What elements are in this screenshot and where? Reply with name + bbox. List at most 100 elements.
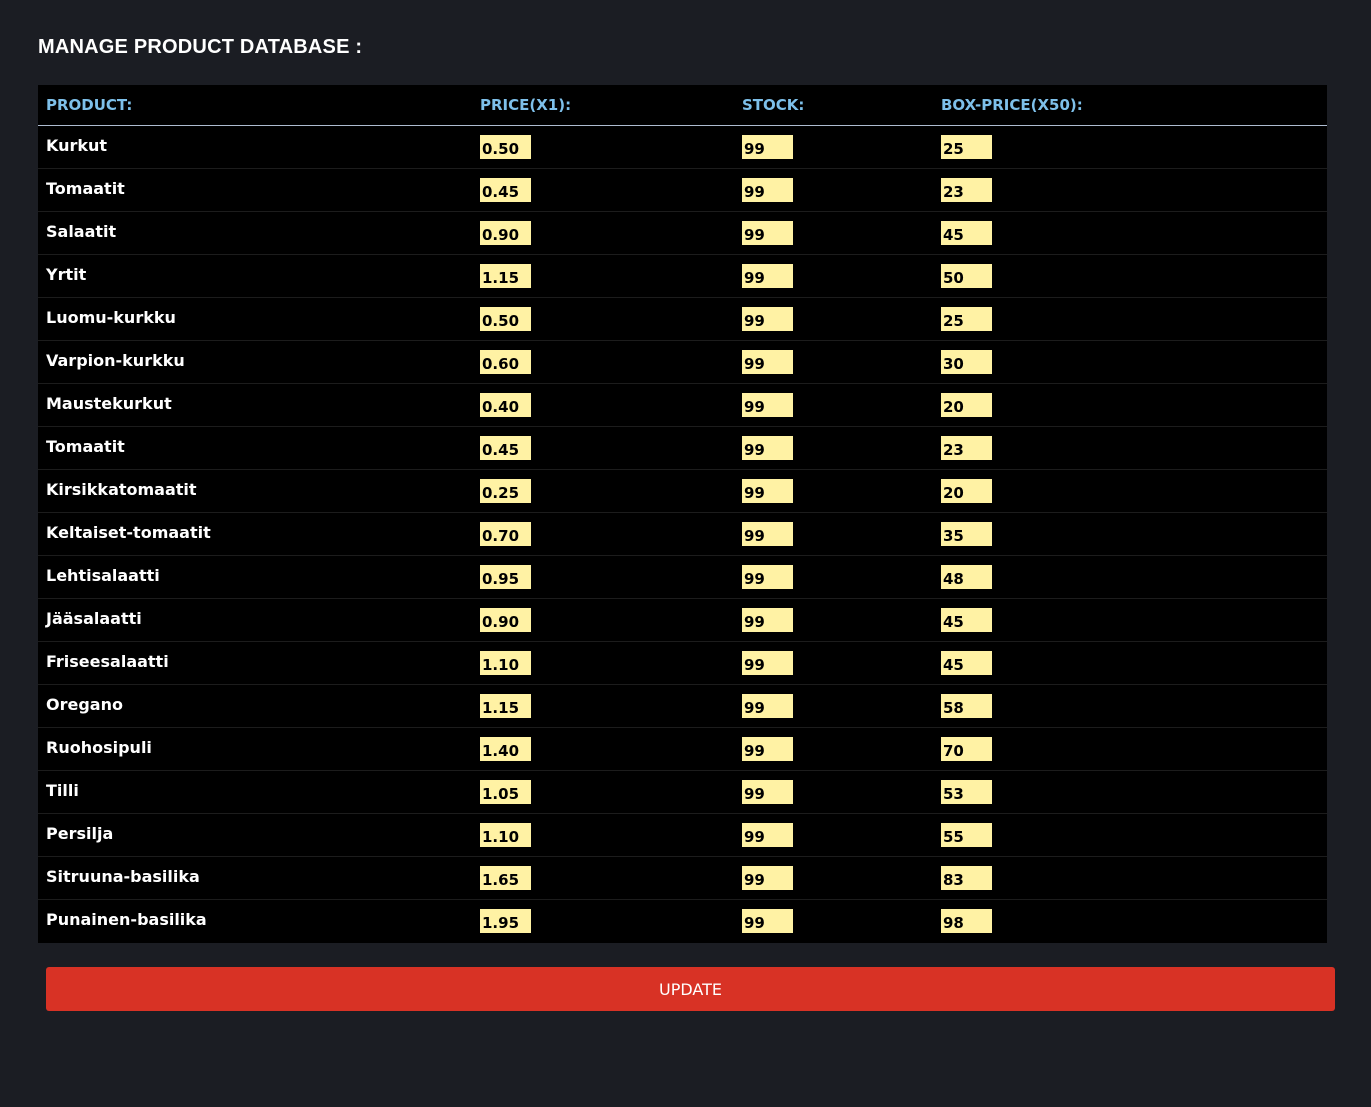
box-price-input[interactable]: [941, 651, 992, 675]
stock-input[interactable]: [742, 565, 793, 589]
price-input[interactable]: [480, 393, 531, 417]
price-input[interactable]: [480, 307, 531, 331]
box-price-input[interactable]: [941, 393, 992, 417]
stock-cell: [742, 555, 941, 599]
box-price-input[interactable]: [941, 866, 992, 890]
price-input[interactable]: [480, 651, 531, 675]
box-price-cell: [941, 254, 1327, 298]
price-input[interactable]: [480, 436, 531, 460]
stock-input[interactable]: [742, 651, 793, 675]
box-price-input[interactable]: [941, 135, 992, 159]
table-row: Ruohosipuli: [38, 725, 1327, 771]
stock-cell: [742, 383, 941, 427]
product-name: Punainen-basilika: [38, 897, 480, 941]
price-input[interactable]: [480, 909, 531, 934]
page-title: MANAGE PRODUCT DATABASE :: [38, 36, 363, 58]
table-row: Tilli: [38, 768, 1327, 814]
column-header-price: PRICE(X1):: [480, 85, 742, 126]
price-input[interactable]: [480, 264, 531, 288]
product-name: Salaatit: [38, 209, 480, 253]
price-input[interactable]: [480, 135, 531, 159]
update-button[interactable]: UPDATE: [46, 967, 1335, 1011]
box-price-input[interactable]: [941, 479, 992, 503]
price-input[interactable]: [480, 565, 531, 589]
price-input[interactable]: [480, 694, 531, 718]
box-price-input[interactable]: [941, 522, 992, 546]
price-cell: [480, 469, 742, 513]
stock-cell: [742, 684, 941, 728]
box-price-input[interactable]: [941, 350, 992, 374]
table-row: Jääsalaatti: [38, 596, 1327, 642]
table-row: Punainen-basilika: [38, 897, 1327, 943]
price-input[interactable]: [480, 866, 531, 890]
stock-input[interactable]: [742, 135, 793, 159]
price-cell: [480, 297, 742, 341]
price-input[interactable]: [480, 350, 531, 374]
stock-cell: [742, 641, 941, 685]
box-price-cell: [941, 469, 1327, 513]
stock-input[interactable]: [742, 307, 793, 331]
product-name: Kirsikkatomaatit: [38, 467, 480, 511]
table-row: Persilja: [38, 811, 1327, 857]
product-name: Maustekurkut: [38, 381, 480, 425]
box-price-input[interactable]: [941, 608, 992, 632]
product-name: Jääsalaatti: [38, 596, 480, 640]
stock-cell: [742, 297, 941, 341]
stock-input[interactable]: [742, 436, 793, 460]
stock-input[interactable]: [742, 350, 793, 374]
price-input[interactable]: [480, 479, 531, 503]
table-row: Maustekurkut: [38, 381, 1327, 427]
price-cell: [480, 168, 742, 212]
stock-cell: [742, 126, 941, 169]
price-input[interactable]: [480, 608, 531, 632]
box-price-input[interactable]: [941, 436, 992, 460]
box-price-cell: [941, 555, 1327, 599]
product-name: Sitruuna-basilika: [38, 854, 480, 898]
box-price-input[interactable]: [941, 780, 992, 804]
box-price-cell: [941, 899, 1327, 943]
box-price-input[interactable]: [941, 264, 992, 288]
stock-input[interactable]: [742, 221, 793, 245]
stock-input[interactable]: [742, 866, 793, 890]
box-price-input[interactable]: [941, 694, 992, 718]
box-price-input[interactable]: [941, 221, 992, 245]
product-table: PRODUCT: PRICE(X1): STOCK: BOX-PRICE(X50…: [38, 85, 1327, 943]
price-input[interactable]: [480, 221, 531, 245]
table-row: Friseesalaatti: [38, 639, 1327, 685]
box-price-input[interactable]: [941, 909, 992, 934]
stock-input[interactable]: [742, 823, 793, 847]
stock-input[interactable]: [742, 608, 793, 632]
box-price-input[interactable]: [941, 823, 992, 847]
stock-cell: [742, 211, 941, 255]
stock-input[interactable]: [742, 737, 793, 761]
price-cell: [480, 727, 742, 771]
price-input[interactable]: [480, 780, 531, 804]
stock-input[interactable]: [742, 264, 793, 288]
stock-input[interactable]: [742, 522, 793, 546]
product-table-container: PRODUCT: PRICE(X1): STOCK: BOX-PRICE(X50…: [38, 85, 1327, 943]
price-input[interactable]: [480, 178, 531, 202]
product-name: Luomu-kurkku: [38, 295, 480, 339]
table-row: Salaatit: [38, 209, 1327, 255]
stock-input[interactable]: [742, 479, 793, 503]
stock-input[interactable]: [742, 909, 793, 934]
price-input[interactable]: [480, 823, 531, 847]
price-cell: [480, 383, 742, 427]
stock-cell: [742, 813, 941, 857]
box-price-input[interactable]: [941, 565, 992, 589]
product-name: Tomaatit: [38, 166, 480, 210]
box-price-input[interactable]: [941, 307, 992, 331]
stock-input[interactable]: [742, 178, 793, 202]
box-price-input[interactable]: [941, 178, 992, 202]
box-price-input[interactable]: [941, 737, 992, 761]
table-row: Varpion-kurkku: [38, 338, 1327, 384]
product-name: Ruohosipuli: [38, 725, 480, 769]
price-input[interactable]: [480, 522, 531, 546]
product-name: Yrtit: [38, 252, 480, 296]
stock-input[interactable]: [742, 393, 793, 417]
table-row: Oregano: [38, 682, 1327, 728]
price-input[interactable]: [480, 737, 531, 761]
stock-input[interactable]: [742, 780, 793, 804]
stock-cell: [742, 770, 941, 814]
stock-input[interactable]: [742, 694, 793, 718]
